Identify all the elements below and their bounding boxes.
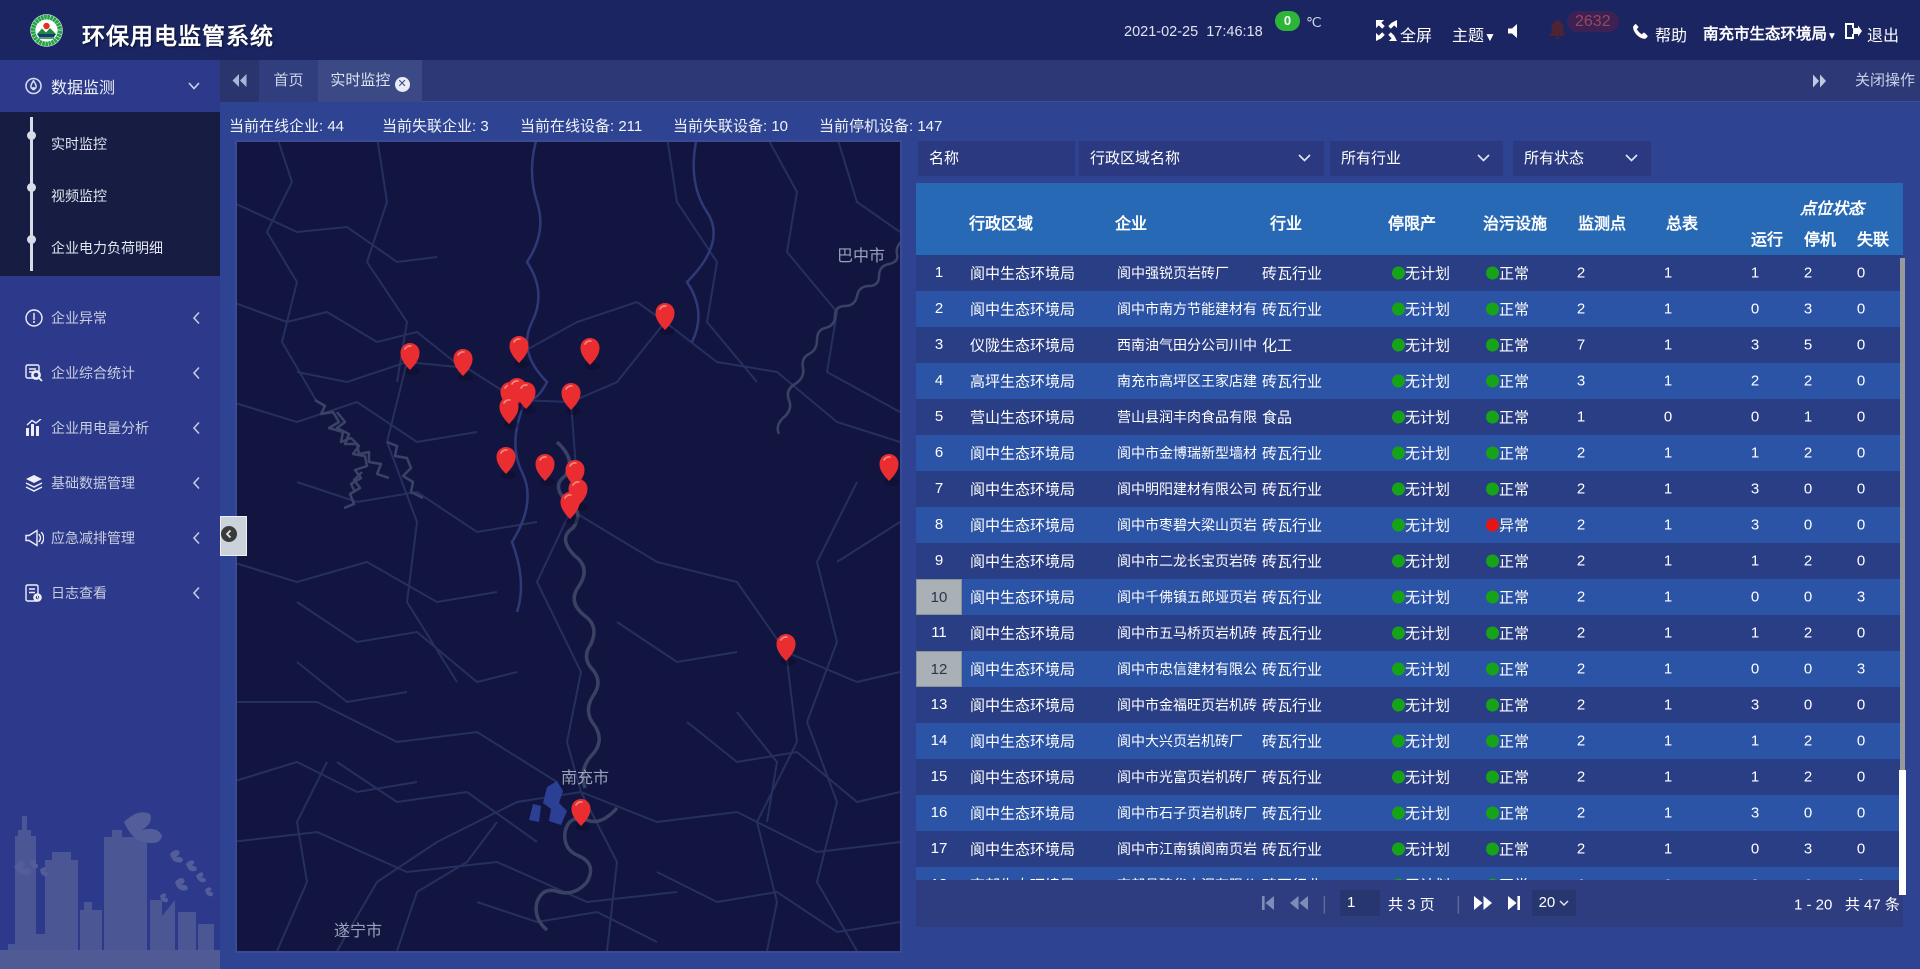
svg-text:南充市: 南充市 xyxy=(561,769,609,787)
svg-text:遂宁市: 遂宁市 xyxy=(334,922,382,940)
svg-text:巴中市: 巴中市 xyxy=(837,247,885,265)
